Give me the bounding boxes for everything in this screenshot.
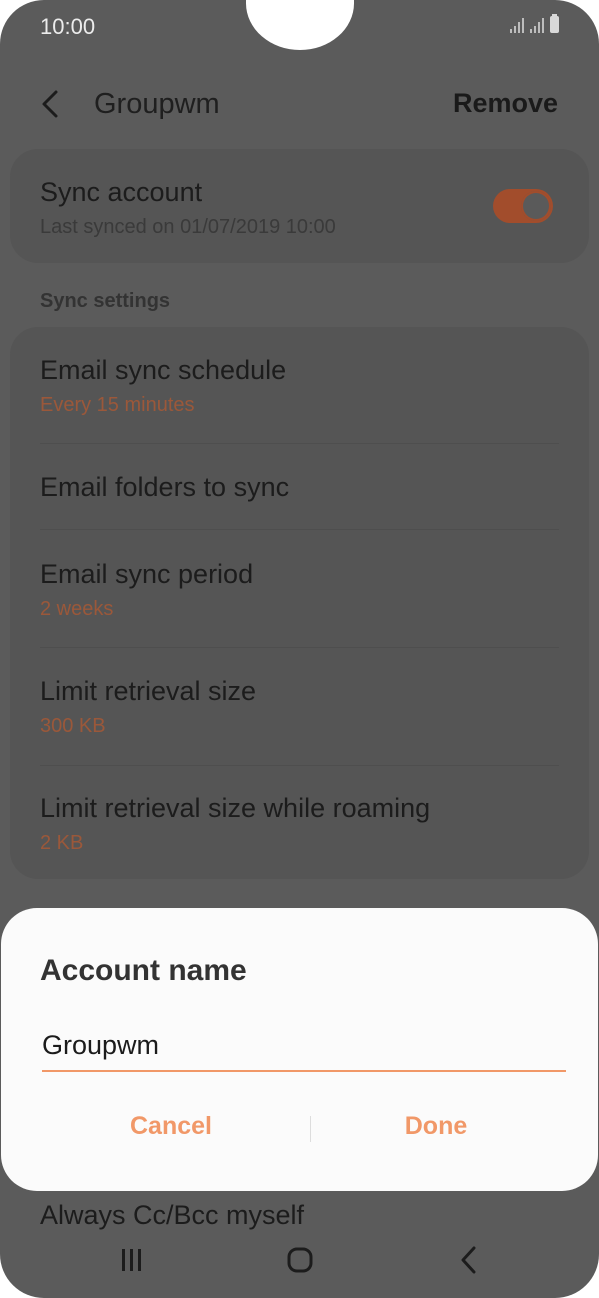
divider [40,443,559,444]
account-name-input[interactable] [42,1020,566,1072]
recent-apps-button[interactable] [118,1246,146,1279]
home-button[interactable] [286,1246,314,1274]
done-button[interactable]: Done [296,1112,576,1152]
app-header: Groupwm Remove [0,80,599,128]
status-icons [510,14,559,33]
status-time: 10:00 [40,14,96,39]
setting-email-sync-period[interactable]: Email sync period 2 weeks [40,559,559,621]
setting-title: Email folders to sync [40,472,290,502]
setting-value: 2 KB [40,832,84,854]
setting-title: Limit retrieval size while roaming [40,793,431,823]
setting-title: Email sync period [40,559,254,589]
divider [40,765,559,766]
camera-notch [246,0,354,50]
system-back-button[interactable] [458,1244,480,1276]
back-button[interactable] [36,84,72,124]
cancel-button[interactable]: Cancel [31,1112,311,1152]
home-icon [287,1247,313,1273]
setting-limit-retrieval-roaming[interactable]: Limit retrieval size while roaming 2 KB [40,793,559,855]
setting-value: 300 KB [40,715,106,737]
navigation-bar [0,1230,599,1290]
divider [40,529,559,530]
divider [40,647,559,648]
setting-title: Email sync schedule [40,355,287,385]
account-name-dialog: Account name Cancel Done [1,908,598,1191]
signal-icon [510,17,524,33]
setting-limit-retrieval-size[interactable]: Limit retrieval size 300 KB [40,676,559,738]
sync-settings-card: Email sync schedule Every 15 minutes Ema… [10,327,589,879]
sync-account-item: Sync account Last synced on 01/07/2019 1… [40,177,559,239]
setting-email-sync-schedule[interactable]: Email sync schedule Every 15 minutes [40,355,559,417]
dialog-title: Account name [40,954,247,987]
setting-always-cc-bcc[interactable]: Always Cc/Bcc myself [40,1200,304,1231]
setting-email-folders-to-sync[interactable]: Email folders to sync [40,472,559,503]
signal-icon-2 [530,17,544,33]
setting-title: Limit retrieval size [40,676,257,706]
toggle-knob [521,191,551,221]
recent-apps-icon [122,1249,141,1271]
sync-account-subtitle: Last synced on 01/07/2019 10:00 [40,216,336,238]
setting-value: Every 15 minutes [40,394,195,416]
sync-account-card[interactable]: Sync account Last synced on 01/07/2019 1… [10,149,589,263]
sync-account-title: Sync account [40,177,203,207]
setting-value: 2 weeks [40,598,114,620]
battery-icon [550,14,559,33]
back-arrow-icon [461,1246,476,1274]
chevron-left-icon [42,90,58,118]
phone-screen: 10:00 Groupwm Remove Sync account Last s… [0,0,599,1298]
page-title: Groupwm [94,88,220,120]
section-label: Sync settings [40,290,171,312]
remove-button[interactable]: Remove [453,88,558,119]
sync-account-toggle[interactable] [493,189,553,223]
